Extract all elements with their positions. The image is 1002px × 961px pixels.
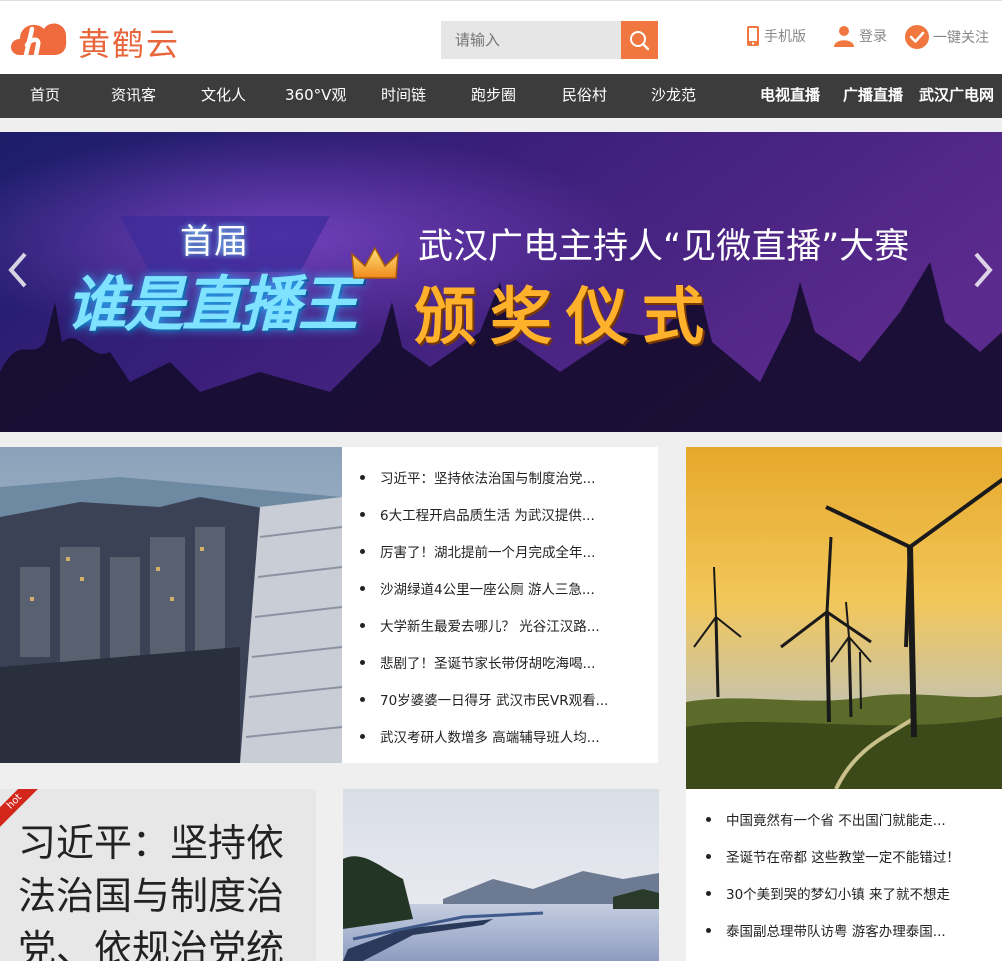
nav-item-salon[interactable]: 沙龙范 <box>651 74 696 118</box>
news-list-2: 中国竟然有一个省 不出国门就能走... 圣诞节在帝都 这些教堂一定不能错过！ 3… <box>686 789 1002 961</box>
nav-item-folk[interactable]: 民俗村 <box>562 74 607 118</box>
logo-text: 黄鹤云 <box>78 25 181 63</box>
check-circle-icon <box>905 25 929 49</box>
nav-item-whbc[interactable]: 武汉广电网 <box>919 74 994 118</box>
mobile-phone-icon <box>747 26 759 46</box>
nav-item-360[interactable]: 360°V观 <box>285 74 346 118</box>
logo-icon <box>11 23 67 58</box>
wind-turbine-image[interactable] <box>686 447 1002 789</box>
chevron-right-icon <box>974 252 993 288</box>
news-item[interactable]: 30个美到哭的梦幻小镇 来了就不想走 <box>706 883 950 903</box>
news-item[interactable]: 70岁婆婆一日得牙 武汉市民VR观看... <box>359 689 608 709</box>
nav-item-news[interactable]: 资讯客 <box>111 74 156 118</box>
banner-badge-main: 谁是直播王 <box>66 270 358 340</box>
logo[interactable]: 黄鹤云 <box>6 15 186 63</box>
news-item[interactable]: 6大工程开启品质生活 为武汉提供... <box>360 504 595 524</box>
nav-item-running[interactable]: 跑步圈 <box>471 74 516 118</box>
news-item[interactable]: 厉害了！湖北提前一个月完成全年... <box>359 541 595 561</box>
nav-item-home[interactable]: 首页 <box>30 74 60 118</box>
follow-link[interactable]: 一键关注 <box>905 25 989 49</box>
search-input[interactable] <box>441 21 621 59</box>
news-item[interactable]: 中国竟然有一个省 不出国门就能走... <box>706 809 946 829</box>
banner-subheadline: 颁奖仪式 <box>414 280 719 353</box>
news-item[interactable]: 沙湖绿道4公里一座公厕 游人三急... <box>360 578 595 598</box>
site-header: 黄鹤云 手机版 登录 一键关注 <box>0 0 1002 74</box>
login-link[interactable]: 登录 <box>833 25 887 47</box>
mobile-link[interactable]: 手机版 <box>746 25 806 47</box>
banner-next-button[interactable] <box>970 250 996 290</box>
banner-prev-button[interactable] <box>5 250 31 290</box>
nav-item-radio-live[interactable]: 广播直播 <box>843 74 903 118</box>
banner-carousel[interactable]: 首届 谁是直播王 武汉广电主持人“见微直播”大赛 颁奖仪式 <box>0 132 1002 432</box>
news-item[interactable]: 习近平：坚持依法治国与制度治党... <box>359 467 595 487</box>
city-image[interactable] <box>0 447 342 763</box>
search-icon <box>630 31 650 51</box>
news-item[interactable]: 武汉考研人数增多 高端辅导班人均... <box>360 726 600 746</box>
news-item[interactable]: 圣诞节在帝都 这些教堂一定不能错过！ <box>706 846 960 866</box>
search-button[interactable] <box>621 21 658 59</box>
search-box <box>441 21 658 59</box>
lake-image[interactable] <box>343 789 659 961</box>
feature-headline: 习近平：坚持依法治国与制度治党、依规治党统 <box>18 821 285 961</box>
banner-headline: 武汉广电主持人“见微直播”大赛 <box>418 227 910 267</box>
news-item[interactable]: 泰国副总理带队访粤 游客办理泰国... <box>706 920 946 940</box>
nav-item-culture[interactable]: 文化人 <box>201 74 246 118</box>
crown-icon <box>351 246 399 279</box>
chevron-left-icon <box>8 252 27 288</box>
nav-item-tv-live[interactable]: 电视直播 <box>760 74 820 118</box>
main-nav: 首页 资讯客 文化人 360°V观 时间链 跑步圈 民俗村 沙龙范 电视直播 广… <box>0 74 1002 118</box>
user-icon <box>834 26 854 47</box>
news-item[interactable]: 大学新生最爱去哪儿？ 光谷江汉路... <box>360 615 600 635</box>
follow-link-label: 一键关注 <box>933 30 989 46</box>
hot-feature-card[interactable]: hot 习近平：坚持依法治国与制度治党、依规治党统 <box>0 789 316 961</box>
mobile-link-label: 手机版 <box>764 29 806 45</box>
login-link-label: 登录 <box>859 29 887 45</box>
news-item[interactable]: 悲剧了！圣诞节家长带伢胡吃海喝... <box>359 652 595 672</box>
news-list-1: 习近平：坚持依法治国与制度治党... 6大工程开启品质生活 为武汉提供... 厉… <box>342 447 658 763</box>
nav-item-timeline[interactable]: 时间链 <box>381 74 426 118</box>
